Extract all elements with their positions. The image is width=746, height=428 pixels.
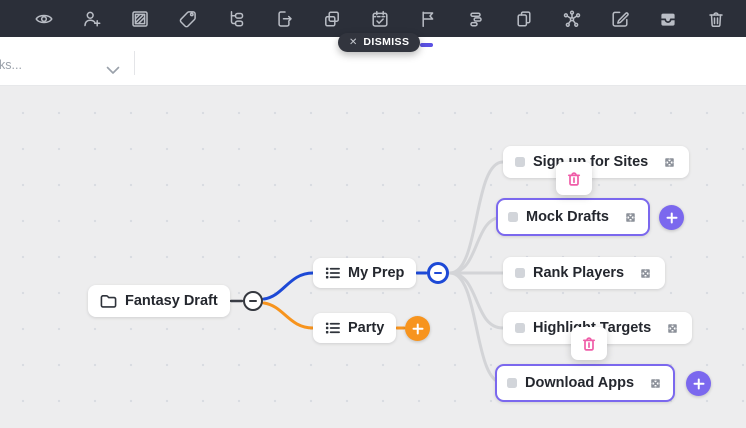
- delete-node-button[interactable]: [571, 327, 607, 360]
- expand-icon[interactable]: [665, 321, 680, 336]
- list-icon: [325, 321, 340, 335]
- dependencies-button[interactable]: [562, 9, 582, 29]
- add-sibling-download-apps-button[interactable]: [686, 371, 711, 396]
- task-square-icon: [515, 323, 525, 333]
- expand-icon[interactable]: [638, 266, 653, 281]
- priority-list-button[interactable]: [466, 9, 486, 29]
- duplicate-button[interactable]: [322, 9, 342, 29]
- node-label: Party: [348, 320, 384, 336]
- flag-icon: [418, 9, 438, 29]
- add-child-party-button[interactable]: [405, 316, 430, 341]
- copy-pages-icon: [514, 9, 534, 29]
- folder-icon: [100, 294, 117, 309]
- expand-icon[interactable]: [623, 210, 638, 225]
- subtask-tree-icon: [226, 9, 246, 29]
- delete-node-button[interactable]: [556, 162, 592, 195]
- expand-icon[interactable]: [648, 376, 663, 391]
- export-icon: [274, 9, 294, 29]
- divider: [134, 51, 135, 75]
- trash-icon: [566, 171, 582, 187]
- invite-user-button[interactable]: [82, 9, 102, 29]
- node-download-apps[interactable]: Download Apps: [495, 364, 675, 402]
- image-icon: [130, 9, 150, 29]
- chevron-down-icon[interactable]: [106, 62, 120, 71]
- image-button[interactable]: [130, 9, 150, 29]
- tag-button[interactable]: [178, 9, 198, 29]
- eye-icon: [34, 9, 54, 29]
- calendar-check-icon: [370, 9, 390, 29]
- collapse-my-prep-button[interactable]: [427, 262, 449, 284]
- archive-icon: [658, 9, 678, 29]
- dismiss-label: DISMISS: [363, 37, 409, 48]
- node-label: Rank Players: [533, 265, 624, 281]
- node-fantasy-draft[interactable]: Fantasy Draft: [88, 285, 230, 317]
- task-square-icon: [508, 212, 518, 222]
- node-mock-drafts[interactable]: Mock Drafts: [496, 198, 650, 236]
- trash-button[interactable]: [706, 9, 726, 29]
- copy-pages-button[interactable]: [514, 9, 534, 29]
- node-label: My Prep: [348, 265, 404, 281]
- trash-icon: [581, 336, 597, 352]
- archive-button[interactable]: [658, 9, 678, 29]
- dependencies-icon: [562, 9, 582, 29]
- duplicate-icon: [322, 9, 342, 29]
- filter-dropdown-label[interactable]: ks...: [0, 58, 22, 72]
- dismiss-button[interactable]: ✕ DISMISS: [338, 33, 420, 52]
- list-icon: [325, 266, 340, 280]
- export-button[interactable]: [274, 9, 294, 29]
- purple-accent-line: [420, 43, 433, 47]
- node-party[interactable]: Party: [313, 313, 396, 343]
- node-my-prep[interactable]: My Prep: [313, 258, 416, 288]
- task-square-icon: [515, 268, 525, 278]
- task-square-icon: [507, 378, 517, 388]
- subtask-tree-button[interactable]: [226, 9, 246, 29]
- collapse-root-button[interactable]: [243, 291, 263, 311]
- top-toolbar: [0, 0, 746, 37]
- node-label: Download Apps: [525, 375, 634, 391]
- mindmap-canvas[interactable]: Fantasy Draft My Prep Party Sign up for …: [0, 86, 746, 428]
- node-sign-up-for-sites[interactable]: Sign up for Sites: [503, 146, 689, 178]
- node-label: Fantasy Draft: [125, 293, 218, 309]
- eye-button[interactable]: [34, 9, 54, 29]
- tag-icon: [178, 9, 198, 29]
- node-label: Mock Drafts: [526, 209, 609, 225]
- calendar-check-button[interactable]: [370, 9, 390, 29]
- edit-button[interactable]: [610, 9, 630, 29]
- node-rank-players[interactable]: Rank Players: [503, 257, 665, 289]
- priority-list-icon: [466, 9, 486, 29]
- edit-icon: [610, 9, 630, 29]
- add-sibling-mock-drafts-button[interactable]: [659, 205, 684, 230]
- trash-icon: [706, 9, 726, 29]
- task-square-icon: [515, 157, 525, 167]
- flag-button[interactable]: [418, 9, 438, 29]
- expand-icon[interactable]: [662, 155, 677, 170]
- close-icon: ✕: [349, 38, 357, 48]
- invite-user-icon: [82, 9, 102, 29]
